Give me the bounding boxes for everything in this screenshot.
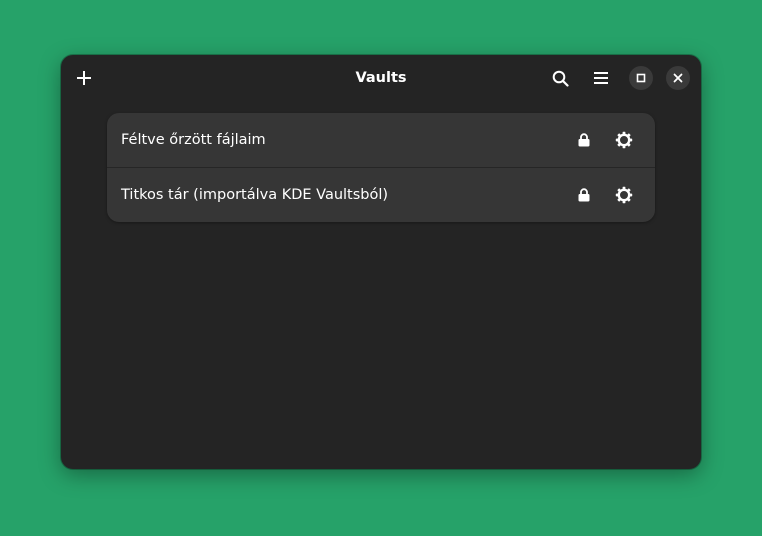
add-vault-button[interactable]: [68, 62, 100, 94]
vault-row[interactable]: Titkos tár (importálva KDE Vaultsból): [107, 167, 655, 222]
vault-list: Féltve őrzött fájlaim Titkos tár (import…: [107, 113, 655, 222]
search-button[interactable]: [544, 62, 576, 94]
unlock-vault-button[interactable]: [570, 181, 598, 209]
vault-settings-button[interactable]: [610, 126, 638, 154]
unlock-vault-button[interactable]: [570, 126, 598, 154]
close-icon: [673, 73, 683, 83]
lock-icon: [578, 133, 590, 147]
hamburger-menu-icon: [594, 72, 608, 84]
vault-name: Titkos tár (importálva KDE Vaultsból): [121, 187, 389, 203]
lock-icon: [578, 188, 590, 202]
gear-icon: [615, 131, 633, 149]
vault-name: Féltve őrzött fájlaim: [121, 132, 266, 148]
maximize-button[interactable]: [629, 66, 653, 90]
vault-row[interactable]: Féltve őrzött fájlaim: [107, 113, 655, 167]
maximize-icon: [636, 73, 646, 83]
vaults-window: Vaults Féltve őrzött fájlaim Titkos tár …: [61, 55, 701, 469]
plus-icon: [77, 71, 91, 85]
vault-settings-button[interactable]: [610, 181, 638, 209]
header-bar: Vaults: [61, 55, 701, 101]
search-icon: [552, 70, 569, 87]
gear-icon: [615, 186, 633, 204]
close-button[interactable]: [666, 66, 690, 90]
main-menu-button[interactable]: [585, 62, 617, 94]
